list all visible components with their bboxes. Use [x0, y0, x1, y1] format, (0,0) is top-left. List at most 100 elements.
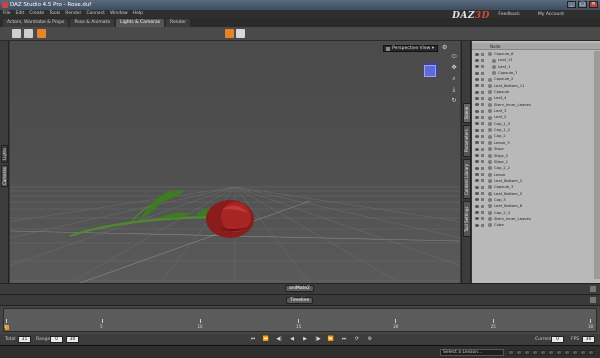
render-icon[interactable]	[225, 29, 234, 38]
lock-icon[interactable]	[481, 84, 484, 88]
tab-lights-cameras[interactable]: Lights & Cameras	[116, 19, 165, 27]
visibility-eye-icon[interactable]	[475, 173, 479, 177]
feedback-link[interactable]: Feedback	[498, 12, 519, 17]
play-icon[interactable]: ▶	[300, 336, 310, 343]
loop-icon[interactable]: ⟳	[352, 336, 362, 343]
visibility-eye-icon[interactable]	[475, 109, 479, 113]
lesson-step[interactable]	[540, 350, 546, 355]
rose-model[interactable]	[69, 190, 254, 238]
lock-icon[interactable]	[481, 204, 484, 208]
menu-file[interactable]: File	[3, 10, 11, 18]
lock-icon[interactable]	[481, 154, 484, 157]
visibility-eye-icon[interactable]	[475, 115, 479, 119]
my-account-link[interactable]: My Account	[538, 12, 564, 17]
minimize-button[interactable]: _	[567, 1, 576, 8]
menu-create[interactable]: Create	[29, 10, 44, 18]
lesson-step[interactable]	[556, 350, 562, 355]
tab-pose-animate[interactable]: Pose & Animate	[70, 19, 115, 27]
visibility-eye-icon[interactable]	[475, 90, 479, 94]
visibility-eye-icon[interactable]	[475, 134, 479, 138]
lesson-step[interactable]	[564, 350, 570, 355]
lock-icon[interactable]	[481, 96, 484, 100]
step-back-icon[interactable]: ◀|	[274, 336, 284, 343]
menu-render[interactable]: Render	[65, 10, 81, 18]
visibility-eye-icon[interactable]	[475, 198, 479, 202]
tab-cameras[interactable]: Cameras	[1, 165, 8, 187]
lock-icon[interactable]	[481, 179, 484, 183]
visibility-eye-icon[interactable]	[475, 223, 479, 227]
3d-viewport[interactable]: Perspective View ▾ ⚙ ⬭ ✥ ⌕ ⤓ ↻	[10, 41, 460, 283]
menu-window[interactable]: Window	[110, 10, 128, 18]
lock-icon[interactable]	[481, 198, 484, 202]
visibility-eye-icon[interactable]	[475, 217, 479, 221]
lock-icon[interactable]	[481, 58, 484, 62]
visibility-eye-icon[interactable]	[475, 211, 479, 215]
visibility-eye-icon[interactable]	[475, 147, 479, 151]
visibility-eye-icon[interactable]	[475, 179, 479, 183]
lesson-step[interactable]	[532, 350, 538, 355]
lock-icon[interactable]	[481, 217, 484, 221]
visibility-eye-icon[interactable]	[475, 128, 479, 132]
lock-icon[interactable]	[481, 103, 484, 107]
zoom-icon[interactable]: ⌕	[451, 75, 458, 82]
visibility-eye-icon[interactable]	[475, 52, 479, 56]
visibility-eye-icon[interactable]	[475, 192, 479, 196]
range-start-input[interactable]: 0	[50, 336, 63, 343]
current-frame-input[interactable]: 0	[551, 336, 564, 343]
lock-icon[interactable]	[481, 141, 484, 145]
lesson-step[interactable]	[548, 350, 554, 355]
lock-icon[interactable]	[481, 192, 484, 196]
tab-render[interactable]: Render	[166, 19, 191, 27]
visibility-eye-icon[interactable]	[475, 141, 479, 145]
lock-icon[interactable]	[481, 65, 484, 69]
tab-tool-settings[interactable]: Tool Settings	[463, 201, 471, 237]
tab-lights[interactable]: Lights	[1, 145, 8, 163]
lock-icon[interactable]	[481, 115, 484, 119]
lesson-step[interactable]	[524, 350, 530, 355]
visibility-eye-icon[interactable]	[475, 103, 479, 107]
lock-icon[interactable]	[481, 71, 484, 75]
new-camera-icon[interactable]	[24, 29, 33, 38]
tab-scene[interactable]: Scene	[463, 103, 471, 123]
fps-input[interactable]: 30	[582, 336, 595, 343]
scene-scrollbar[interactable]	[594, 51, 600, 279]
close-button[interactable]: ✕	[589, 1, 598, 8]
lesson-select[interactable]: Select a Lesson...	[440, 349, 504, 356]
tab-actors-wardrobe-props[interactable]: Actors, Wardrobe & Props	[3, 19, 69, 27]
total-frames-input[interactable]: 31	[18, 336, 31, 343]
visibility-eye-icon[interactable]	[475, 122, 479, 126]
lock-icon[interactable]	[481, 77, 484, 81]
lock-icon[interactable]	[481, 173, 484, 177]
prev-key-icon[interactable]: ⏪	[261, 336, 271, 343]
play-reverse-icon[interactable]: ◀	[287, 336, 297, 343]
lock-icon[interactable]	[481, 223, 484, 227]
pan-icon[interactable]: ✥	[451, 64, 458, 71]
step-forward-icon[interactable]: |▶	[313, 336, 323, 343]
go-start-icon[interactable]: ⏮	[248, 336, 258, 343]
lock-icon[interactable]	[481, 166, 484, 170]
visibility-eye-icon[interactable]	[475, 166, 479, 170]
visibility-eye-icon[interactable]	[475, 96, 479, 100]
visibility-eye-icon[interactable]	[475, 185, 479, 189]
range-end-input[interactable]: 30	[66, 336, 79, 343]
visibility-eye-icon[interactable]	[475, 154, 479, 157]
lock-icon[interactable]	[481, 147, 484, 151]
lock-icon[interactable]	[481, 211, 484, 215]
lesson-step[interactable]	[580, 350, 586, 355]
spotlight-tool-icon[interactable]	[37, 29, 46, 38]
lock-icon[interactable]	[481, 185, 484, 189]
lock-icon[interactable]	[481, 109, 484, 113]
render-settings-icon[interactable]	[236, 29, 245, 38]
animate2-tab[interactable]: aniMate2	[285, 285, 314, 292]
menu-help[interactable]: Help	[133, 10, 143, 18]
lesson-step[interactable]	[572, 350, 578, 355]
visibility-eye-icon[interactable]	[475, 71, 479, 75]
lock-icon[interactable]	[481, 134, 484, 138]
visibility-eye-icon[interactable]	[475, 204, 479, 208]
lock-icon[interactable]	[481, 90, 484, 94]
next-key-icon[interactable]: ⏩	[326, 336, 336, 343]
visibility-eye-icon[interactable]	[475, 65, 479, 69]
lesson-step[interactable]	[508, 350, 514, 355]
go-end-icon[interactable]: ⏭	[339, 336, 349, 343]
tab-parameters[interactable]: Parameters	[463, 125, 471, 157]
